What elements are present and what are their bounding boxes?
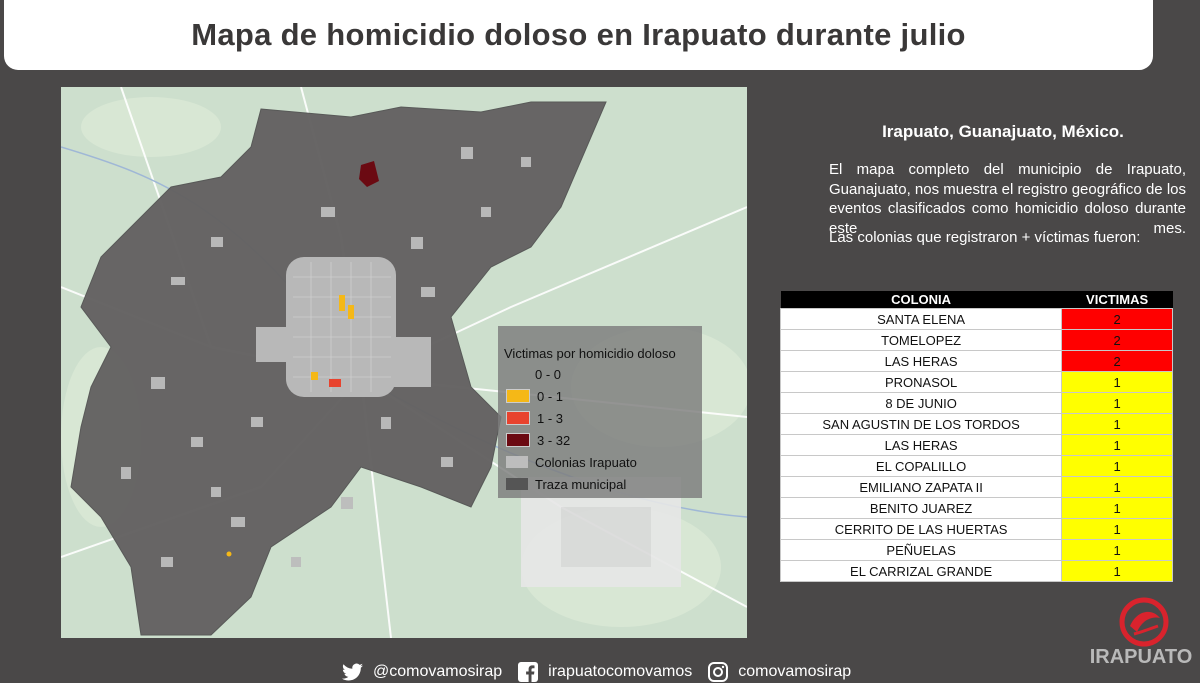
victimas-cell: 2 (1061, 329, 1173, 351)
table-row: PRONASOL 1 (779, 371, 1173, 393)
header-victimas: VICTIMAS (1061, 291, 1173, 309)
facebook-handle[interactable]: irapuatocomovamos (548, 663, 692, 681)
victimas-cell: 1 (1061, 434, 1173, 456)
table-row: EMILIANO ZAPATA II 1 (779, 476, 1173, 498)
logo-text: IRAPUATO (1089, 646, 1193, 668)
table-row: EL CARRIZAL GRANDE 1 (779, 560, 1173, 582)
victimas-cell: 1 (1061, 476, 1173, 498)
victimas-cell: 1 (1061, 413, 1173, 435)
victimas-cell: 1 (1061, 455, 1173, 477)
colonia-cell: PEÑUELAS (779, 539, 1063, 561)
legend-title: Victimas por homicidio doloso (504, 346, 676, 361)
colonia-cell: LAS HERAS (779, 350, 1063, 372)
twitter-handle[interactable]: @comovamosirap (373, 663, 502, 681)
legend-item: 3 - 32 (506, 432, 570, 448)
instagram-icon[interactable] (706, 661, 730, 683)
victimas-cell: 2 (1061, 308, 1173, 330)
twitter-icon[interactable] (341, 661, 365, 683)
map-legend: Victimas por homicidio doloso 0 - 0 0 - … (498, 326, 702, 498)
table-row: BENITO JUAREZ 1 (779, 497, 1173, 519)
colonia-cell: BENITO JUAREZ (779, 497, 1063, 519)
title-bar: Mapa de homicidio doloso en Irapuato dur… (4, 0, 1153, 70)
zone-0-1 (311, 372, 318, 380)
table-row: EL COPALILLO 1 (779, 455, 1173, 477)
colonia-cell: TOMELOPEZ (779, 329, 1063, 351)
zone-0-1 (339, 295, 345, 311)
colonia-cell: SAN AGUSTIN DE LOS TORDOS (779, 413, 1063, 435)
table-row: PEÑUELAS 1 (779, 539, 1173, 561)
colonia-cell: PRONASOL (779, 371, 1063, 393)
colonia-cell: EMILIANO ZAPATA II (779, 476, 1063, 498)
legend-item: Colonias Irapuato (506, 454, 637, 470)
header-colonia: COLONIA (780, 291, 1062, 309)
colonia-cell: EL CARRIZAL GRANDE (779, 560, 1063, 582)
victimas-cell: 1 (1061, 371, 1173, 393)
table-row: 8 DE JUNIO 1 (779, 392, 1173, 414)
table-row: CERRITO DE LAS HUERTAS 1 (779, 518, 1173, 540)
legend-item: 1 - 3 (506, 410, 563, 426)
colonias-table: COLONIA VICTIMAS SANTA ELENA 2 TOMELOPEZ 2 L… (779, 291, 1173, 582)
table-row: LAS HERAS 2 (779, 350, 1173, 372)
zone-1-3 (329, 379, 341, 387)
location-heading: Irapuato, Guanajuato, México. (882, 122, 1124, 141)
victimas-cell: 1 (1061, 539, 1173, 561)
map-panel[interactable]: Victimas por homicidio doloso 0 - 0 0 - … (61, 87, 747, 638)
colonia-cell: 8 DE JUNIO (779, 392, 1063, 414)
colonia-cell: LAS HERAS (779, 434, 1063, 456)
table-header: COLONIA VICTIMAS (780, 291, 1173, 309)
facebook-icon[interactable] (516, 661, 540, 683)
table-row: SAN AGUSTIN DE LOS TORDOS 1 (779, 413, 1173, 435)
instagram-handle[interactable]: comovamosirap (738, 663, 851, 681)
colonia-cell: EL COPALILLO (779, 455, 1063, 477)
victimas-cell: 1 (1061, 497, 1173, 519)
victimas-cell: 2 (1061, 350, 1173, 372)
colonias-intro: Las colonias que registraron + víctimas … (829, 229, 1141, 246)
map-description: El mapa completo del municipio de Irapua… (829, 161, 1186, 237)
zone-0-1 (348, 305, 354, 319)
colonia-cell: CERRITO DE LAS HUERTAS (779, 518, 1063, 540)
legend-item: 0 - 1 (506, 388, 563, 404)
page-title: Mapa de homicidio doloso en Irapuato dur… (191, 17, 966, 52)
victimas-cell: 1 (1061, 392, 1173, 414)
victimas-cell: 1 (1061, 560, 1173, 582)
table-row: TOMELOPEZ 2 (779, 329, 1173, 351)
legend-item: Traza municipal (506, 476, 626, 492)
table-row: SANTA ELENA 2 (779, 308, 1173, 330)
victimas-cell: 1 (1061, 518, 1173, 540)
irapuato-logo: IRAPUATO (1082, 596, 1200, 675)
table-row: LAS HERAS 1 (779, 434, 1173, 456)
social-footer: @comovamosirap irapuatocomovamos comovam… (327, 661, 851, 683)
legend-item: 0 - 0 (535, 366, 562, 382)
colonia-cell: SANTA ELENA (779, 308, 1063, 330)
logo-mark-icon (1119, 597, 1169, 647)
